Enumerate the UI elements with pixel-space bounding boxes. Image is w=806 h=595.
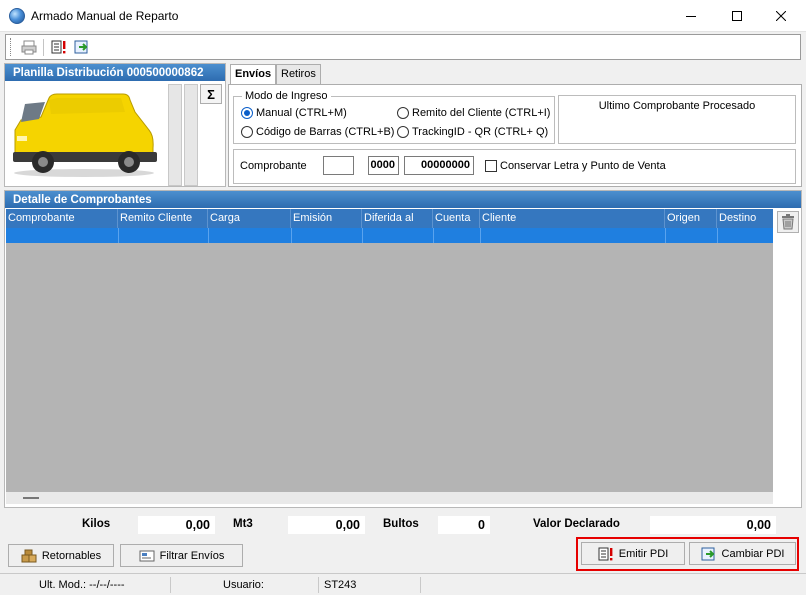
alert-doc-button[interactable]: [49, 38, 69, 57]
column-cliente[interactable]: Cliente: [480, 209, 665, 228]
toolbar-grip[interactable]: [10, 38, 13, 56]
filtrar-envios-button[interactable]: Filtrar Envíos: [120, 544, 243, 567]
radio-remito-cliente[interactable]: [397, 107, 409, 119]
radio-manual-label: Manual (CTRL+M): [256, 107, 347, 119]
grid-header: Comprobante Remito Cliente Carga Emisión…: [6, 209, 773, 228]
grid-selected-row[interactable]: [6, 228, 773, 243]
detalle-header: Detalle de Comprobantes: [5, 191, 801, 208]
row-divider: [208, 228, 209, 243]
status-separator: [170, 577, 171, 593]
ultimo-comprobante-box: Ultimo Comprobante Procesado: [558, 95, 796, 144]
column-comprobante[interactable]: Comprobante: [6, 209, 118, 228]
comprobante-label: Comprobante: [240, 160, 307, 172]
minimize-button[interactable]: [668, 0, 714, 32]
collapse-icon[interactable]: [23, 497, 39, 499]
radio-manual[interactable]: [241, 107, 253, 119]
letra-input[interactable]: [323, 156, 354, 175]
toolbar: [5, 34, 801, 60]
status-separator: [420, 577, 421, 593]
modo-ingreso-legend: Modo de Ingreso: [242, 90, 331, 102]
row-divider: [362, 228, 363, 243]
bultos-label: Bultos: [383, 518, 419, 530]
printer-icon: [21, 40, 37, 55]
retornables-label: Retornables: [41, 549, 102, 562]
window-title: Armado Manual de Reparto: [31, 9, 179, 23]
column-diferida-al[interactable]: Diferida al: [362, 209, 433, 228]
column-emision[interactable]: Emisión: [291, 209, 362, 228]
maximize-button[interactable]: [714, 0, 760, 32]
export-button[interactable]: [72, 38, 92, 57]
status-bar: Ult. Mod.: --/--/---- Usuario: ST243: [0, 573, 806, 595]
planilla-scrollbar-2[interactable]: [184, 84, 198, 186]
row-divider: [665, 228, 666, 243]
document-alert-icon: [51, 40, 66, 54]
comprobantes-grid[interactable]: [6, 209, 773, 492]
boxes-icon: [21, 549, 37, 562]
retornables-button[interactable]: Retornables: [8, 544, 114, 567]
usuario-label: Usuario:: [223, 579, 264, 591]
print-button[interactable]: [19, 38, 39, 57]
mt3-value: 0,00: [288, 516, 365, 534]
kilos-label: Kilos: [82, 518, 111, 530]
maximize-icon: [732, 11, 742, 21]
emitir-pdi-label: Emitir PDI: [618, 547, 669, 560]
globe-icon: [9, 8, 25, 24]
usuario-value: ST243: [324, 579, 357, 591]
grid-footer: [6, 492, 773, 504]
conservar-label: Conservar Letra y Punto de Venta: [500, 160, 666, 172]
close-button[interactable]: [758, 0, 804, 32]
close-icon: [776, 11, 786, 21]
export-icon: [74, 40, 88, 54]
export-icon: [701, 547, 715, 560]
radio-codigo-barras-label: Código de Barras (CTRL+B): [256, 126, 395, 138]
filtrar-envios-label: Filtrar Envíos: [159, 549, 225, 562]
planilla-panel: Planilla Distribución 000500000862: [4, 63, 226, 187]
tab-retiros[interactable]: Retiros: [276, 64, 321, 84]
sum-button[interactable]: Σ: [200, 84, 222, 104]
yellow-van-icon: [13, 93, 157, 177]
kilos-value: 0,00: [138, 516, 215, 534]
planilla-scrollbar[interactable]: [168, 84, 182, 186]
row-divider: [480, 228, 481, 243]
emitir-pdi-button[interactable]: Emitir PDI: [581, 542, 685, 565]
conservar-checkbox[interactable]: [485, 160, 497, 172]
column-remito-cliente[interactable]: Remito Cliente: [118, 209, 208, 228]
column-origen[interactable]: Origen: [665, 209, 717, 228]
column-cuenta[interactable]: Cuenta: [433, 209, 480, 228]
cambiar-pdi-label: Cambiar PDI: [721, 547, 785, 560]
column-destino[interactable]: Destino: [717, 209, 773, 228]
bultos-value: 0: [438, 516, 490, 534]
column-carga[interactable]: Carga: [208, 209, 291, 228]
last-modified: Ult. Mod.: --/--/----: [39, 579, 125, 591]
numero-comprobante-input[interactable]: 00000000: [404, 156, 474, 175]
status-separator: [318, 577, 319, 593]
envios-panel: Modo de Ingreso Manual (CTRL+M) Remito d…: [228, 84, 802, 187]
document-alert-icon: [598, 547, 613, 560]
valor-declarado-value: 0,00: [650, 516, 776, 534]
mt3-label: Mt3: [233, 518, 253, 530]
ultimo-comprobante-label: Ultimo Comprobante Procesado: [598, 100, 756, 112]
delete-button[interactable]: [777, 211, 799, 233]
minimize-icon: [686, 16, 696, 17]
valor-declarado-label: Valor Declarado: [533, 518, 620, 530]
toolbar-separator: [43, 39, 44, 56]
row-divider: [717, 228, 718, 243]
row-divider: [291, 228, 292, 243]
title-bar: Armado Manual de Reparto: [0, 0, 806, 32]
radio-tracking-qr[interactable]: [397, 126, 409, 138]
radio-remito-cliente-label: Remito del Cliente (CTRL+I): [412, 107, 551, 119]
trash-icon: [782, 214, 794, 230]
filter-icon: [139, 550, 155, 561]
row-divider: [433, 228, 434, 243]
radio-codigo-barras[interactable]: [241, 126, 253, 138]
punto-venta-input[interactable]: 0000: [368, 156, 399, 175]
cambiar-pdi-button[interactable]: Cambiar PDI: [689, 542, 796, 565]
row-divider: [118, 228, 119, 243]
planilla-header: Planilla Distribución 000500000862: [5, 64, 225, 81]
tab-envios[interactable]: Envíos: [230, 64, 277, 85]
radio-tracking-qr-label: TrackingID - QR (CTRL+ Q): [412, 126, 549, 138]
